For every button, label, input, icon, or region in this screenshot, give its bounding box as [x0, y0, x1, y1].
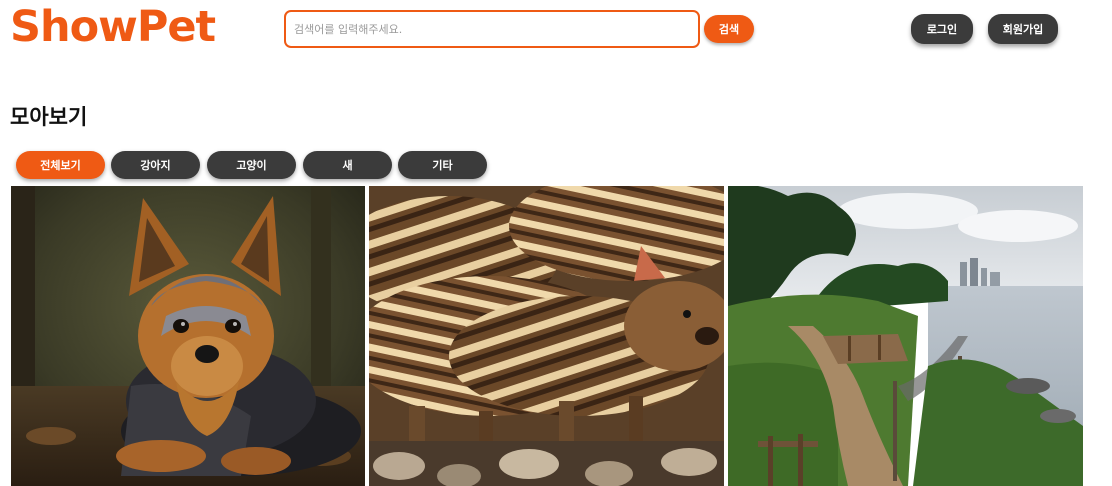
photo-gallery [11, 186, 1083, 486]
dog-photo [11, 186, 365, 486]
tab-other[interactable]: 기타 [398, 151, 487, 179]
search-button[interactable]: 검색 [704, 15, 754, 43]
tab-bird[interactable]: 새 [303, 151, 392, 179]
coast-photo [728, 186, 1083, 486]
tab-dog[interactable]: 강아지 [111, 151, 200, 179]
piglets-photo [369, 186, 724, 486]
search-input[interactable] [284, 10, 700, 48]
tab-cat[interactable]: 고양이 [207, 151, 296, 179]
page-title: 모아보기 [10, 105, 88, 129]
login-button[interactable]: 로그인 [911, 14, 973, 44]
photo-card-dog[interactable] [11, 186, 365, 486]
logo[interactable]: ShowPet [10, 1, 216, 53]
photo-card-piglets[interactable] [369, 186, 724, 486]
signup-button[interactable]: 회원가입 [988, 14, 1058, 44]
photo-card-coast[interactable] [728, 186, 1083, 486]
tab-all[interactable]: 전체보기 [16, 151, 105, 179]
